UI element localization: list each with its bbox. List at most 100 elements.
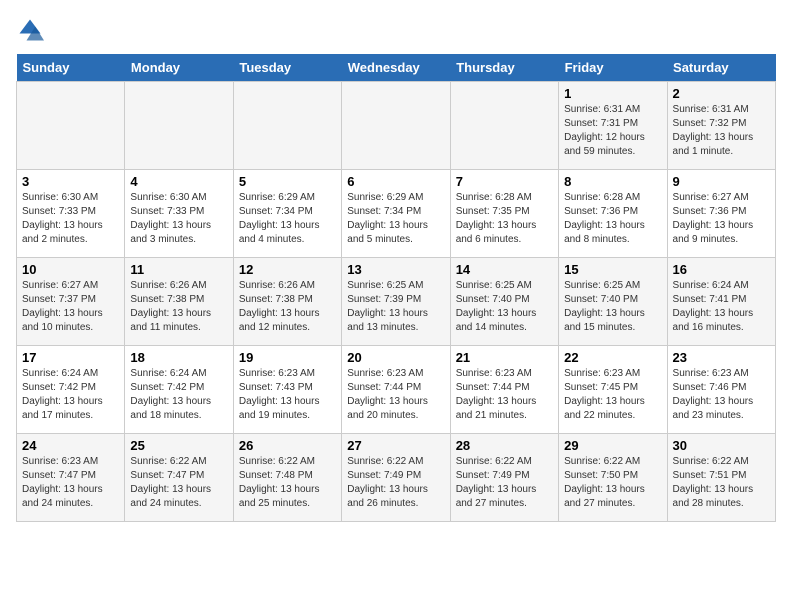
day-number: 13	[347, 262, 444, 277]
day-cell: 23Sunrise: 6:23 AM Sunset: 7:46 PM Dayli…	[667, 346, 775, 434]
day-info-text: Sunrise: 6:29 AM Sunset: 7:34 PM Dayligh…	[347, 191, 444, 247]
day-number: 6	[347, 174, 444, 189]
header-day-tuesday: Tuesday	[233, 54, 341, 82]
day-info-text: Sunrise: 6:29 AM Sunset: 7:34 PM Dayligh…	[239, 191, 336, 247]
day-cell: 19 Sunrise: 6:23 AM Sunset: 7:43 PM Dayli…	[233, 346, 341, 434]
day-number: 19	[239, 350, 336, 365]
day-info-text: Sunrise: 6:22 AM Sunset: 7:48 PM Dayligh…	[239, 455, 336, 511]
week-row-3: 10 Sunrise: 6:27 AM Sunset: 7:37 PM Dayli…	[17, 258, 776, 346]
calendar-body: 1 Sunrise: 6:31 AM Sunset: 7:31 PM Daylig…	[17, 82, 776, 522]
day-info-text: Sunrise: 6:22 AM Sunset: 7:47 PM Dayligh…	[130, 455, 227, 511]
day-cell: 3Sunrise: 6:30 AM Sunset: 7:33 PM Daylig…	[17, 170, 125, 258]
day-info-text: Sunrise: 6:31 AM Sunset: 7:32 PM Dayligh…	[673, 103, 770, 159]
header-day-friday: Friday	[559, 54, 667, 82]
day-cell: 26Sunrise: 6:22 AM Sunset: 7:48 PM Dayli…	[233, 434, 341, 522]
day-cell: 16Sunrise: 6:24 AM Sunset: 7:41 PM Dayli…	[667, 258, 775, 346]
logo-icon	[16, 16, 44, 44]
day-cell	[125, 82, 233, 170]
day-cell: 27Sunrise: 6:22 AM Sunset: 7:49 PM Dayli…	[342, 434, 450, 522]
day-cell: 5 Sunrise: 6:29 AM Sunset: 7:34 PM Daylig…	[233, 170, 341, 258]
day-number: 22	[564, 350, 661, 365]
day-cell: 13 Sunrise: 6:25 AM Sunset: 7:39 PM Dayli…	[342, 258, 450, 346]
day-number: 30	[673, 438, 770, 453]
header	[16, 16, 776, 44]
day-number: 7	[456, 174, 553, 189]
header-row: SundayMondayTuesdayWednesdayThursdayFrid…	[17, 54, 776, 82]
day-info-text: Sunrise: 6:26 AM Sunset: 7:38 PM Dayligh…	[130, 279, 227, 335]
day-cell	[17, 82, 125, 170]
week-row-1: 1 Sunrise: 6:31 AM Sunset: 7:31 PM Daylig…	[17, 82, 776, 170]
day-cell: 1 Sunrise: 6:31 AM Sunset: 7:31 PM Daylig…	[559, 82, 667, 170]
day-number: 1	[564, 86, 661, 101]
day-info-text: Sunrise: 6:27 AM Sunset: 7:36 PM Dayligh…	[673, 191, 770, 247]
calendar-table: SundayMondayTuesdayWednesdayThursdayFrid…	[16, 54, 776, 522]
day-number: 21	[456, 350, 553, 365]
day-cell: 4Sunrise: 6:30 AM Sunset: 7:33 PM Daylig…	[125, 170, 233, 258]
day-cell: 24 Sunrise: 6:23 AM Sunset: 7:47 PM Dayli…	[17, 434, 125, 522]
day-cell	[233, 82, 341, 170]
day-cell: 22 Sunrise: 6:23 AM Sunset: 7:45 PM Dayli…	[559, 346, 667, 434]
day-info-text: Sunrise: 6:28 AM Sunset: 7:35 PM Dayligh…	[456, 191, 553, 247]
day-number: 2	[673, 86, 770, 101]
day-info-text: Sunrise: 6:23 AM Sunset: 7:44 PM Dayligh…	[347, 367, 444, 423]
day-number: 20	[347, 350, 444, 365]
day-number: 14	[456, 262, 553, 277]
day-number: 9	[673, 174, 770, 189]
day-number: 15	[564, 262, 661, 277]
day-info-text: Sunrise: 6:27 AM Sunset: 7:37 PM Dayligh…	[22, 279, 119, 335]
day-info-text: Sunrise: 6:23 AM Sunset: 7:44 PM Dayligh…	[456, 367, 553, 423]
day-cell	[342, 82, 450, 170]
day-number: 8	[564, 174, 661, 189]
day-cell: 17Sunrise: 6:24 AM Sunset: 7:42 PM Dayli…	[17, 346, 125, 434]
header-day-thursday: Thursday	[450, 54, 558, 82]
week-row-5: 24 Sunrise: 6:23 AM Sunset: 7:47 PM Dayli…	[17, 434, 776, 522]
day-cell: 12 Sunrise: 6:26 AM Sunset: 7:38 PM Dayli…	[233, 258, 341, 346]
day-info-text: Sunrise: 6:31 AM Sunset: 7:31 PM Dayligh…	[564, 103, 661, 159]
day-info-text: Sunrise: 6:25 AM Sunset: 7:40 PM Dayligh…	[456, 279, 553, 335]
day-number: 10	[22, 262, 119, 277]
day-cell: 9 Sunrise: 6:27 AM Sunset: 7:36 PM Daylig…	[667, 170, 775, 258]
day-info-text: Sunrise: 6:26 AM Sunset: 7:38 PM Dayligh…	[239, 279, 336, 335]
header-day-wednesday: Wednesday	[342, 54, 450, 82]
day-info-text: Sunrise: 6:23 AM Sunset: 7:45 PM Dayligh…	[564, 367, 661, 423]
day-info-text: Sunrise: 6:22 AM Sunset: 7:49 PM Dayligh…	[456, 455, 553, 511]
day-info-text: Sunrise: 6:22 AM Sunset: 7:50 PM Dayligh…	[564, 455, 661, 511]
day-number: 24	[22, 438, 119, 453]
day-info-text: Sunrise: 6:23 AM Sunset: 7:47 PM Dayligh…	[22, 455, 119, 511]
header-day-monday: Monday	[125, 54, 233, 82]
day-info-text: Sunrise: 6:22 AM Sunset: 7:51 PM Dayligh…	[673, 455, 770, 511]
day-cell: 30 Sunrise: 6:22 AM Sunset: 7:51 PM Dayli…	[667, 434, 775, 522]
day-cell: 6 Sunrise: 6:29 AM Sunset: 7:34 PM Daylig…	[342, 170, 450, 258]
day-number: 12	[239, 262, 336, 277]
day-number: 5	[239, 174, 336, 189]
day-info-text: Sunrise: 6:24 AM Sunset: 7:42 PM Dayligh…	[22, 367, 119, 423]
header-day-saturday: Saturday	[667, 54, 775, 82]
day-cell: 10 Sunrise: 6:27 AM Sunset: 7:37 PM Dayli…	[17, 258, 125, 346]
day-cell: 29 Sunrise: 6:22 AM Sunset: 7:50 PM Dayli…	[559, 434, 667, 522]
day-cell: 21 Sunrise: 6:23 AM Sunset: 7:44 PM Dayli…	[450, 346, 558, 434]
day-info-text: Sunrise: 6:25 AM Sunset: 7:39 PM Dayligh…	[347, 279, 444, 335]
day-info-text: Sunrise: 6:23 AM Sunset: 7:43 PM Dayligh…	[239, 367, 336, 423]
day-number: 27	[347, 438, 444, 453]
day-number: 11	[130, 262, 227, 277]
day-cell: 7 Sunrise: 6:28 AM Sunset: 7:35 PM Daylig…	[450, 170, 558, 258]
day-number: 25	[130, 438, 227, 453]
day-number: 3	[22, 174, 119, 189]
day-cell: 20 Sunrise: 6:23 AM Sunset: 7:44 PM Dayli…	[342, 346, 450, 434]
day-number: 29	[564, 438, 661, 453]
logo	[16, 16, 48, 44]
day-info-text: Sunrise: 6:24 AM Sunset: 7:41 PM Dayligh…	[673, 279, 770, 335]
day-number: 28	[456, 438, 553, 453]
day-number: 23	[673, 350, 770, 365]
day-number: 18	[130, 350, 227, 365]
day-info-text: Sunrise: 6:28 AM Sunset: 7:36 PM Dayligh…	[564, 191, 661, 247]
week-row-2: 3 Sunrise: 6:30 AM Sunset: 7:33 PM Daylig…	[17, 170, 776, 258]
day-info-text: Sunrise: 6:24 AM Sunset: 7:42 PM Dayligh…	[130, 367, 227, 423]
day-cell: 8 Sunrise: 6:28 AM Sunset: 7:36 PM Daylig…	[559, 170, 667, 258]
day-cell: 28 Sunrise: 6:22 AM Sunset: 7:49 PM Dayli…	[450, 434, 558, 522]
header-day-sunday: Sunday	[17, 54, 125, 82]
day-cell	[450, 82, 558, 170]
day-cell: 11 Sunrise: 6:26 AM Sunset: 7:38 PM Dayli…	[125, 258, 233, 346]
day-cell: 15Sunrise: 6:25 AM Sunset: 7:40 PM Dayli…	[559, 258, 667, 346]
day-info-text: Sunrise: 6:30 AM Sunset: 7:33 PM Dayligh…	[130, 191, 227, 247]
